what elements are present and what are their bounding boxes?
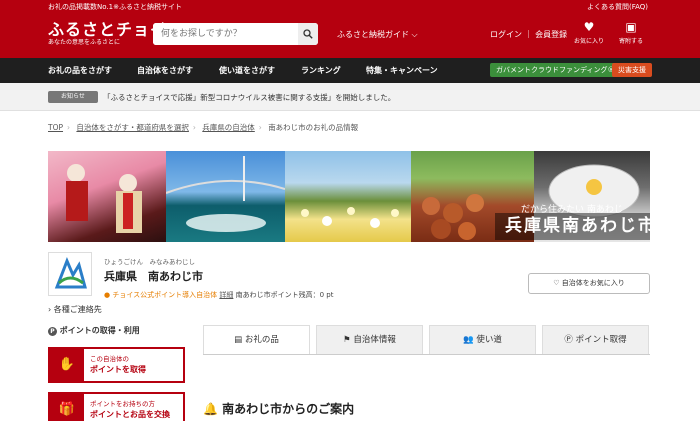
account-links: ログイン ｜ 会員登録 [490, 29, 567, 40]
points-section-label: ポイントの取得・利用 [59, 326, 140, 335]
banner-photo-narcissus [285, 151, 411, 242]
exchange-points-line2: ポイントとお品を交換 [90, 410, 170, 419]
tab-info-label: 自治体情報 [353, 335, 396, 345]
coin-icon: ● [104, 291, 111, 299]
divider: ｜ [524, 30, 536, 39]
chevron-down-icon: ⌵ [411, 30, 418, 39]
main-nav: お礼の品をさがす 自治体をさがす 使い道をさがす ランキング 特集・キャンペーン… [0, 58, 700, 83]
puppet-figures [66, 164, 142, 233]
chevron-right-icon: › [48, 305, 52, 314]
banner-photo-whirlpool [165, 151, 286, 242]
points-section-title: P ポイントの取得・利用 [48, 325, 140, 336]
breadcrumb-separator: › [192, 123, 196, 132]
banner-photo-puppet [48, 151, 166, 242]
favorites-label: お気に入り [573, 38, 604, 45]
exchange-points-card[interactable]: 🎁 ポイントをお持ちの方 ポイントとお品を交換 [48, 392, 185, 421]
tab-gifts[interactable]: ▤ お礼の品 [203, 325, 310, 355]
site-header: お礼の品掲載数No.1※ふるさと納税サイト よくある質問(FAQ) ふるさとチョ… [0, 0, 700, 58]
tab-points-label: ポイント取得 [575, 335, 627, 345]
breadcrumb-current: 南あわじ市のお礼の品情報 [268, 123, 359, 132]
tab-uses-label: 使い道 [476, 335, 502, 345]
municipality-kana: ひょうごけん みなみあわじし [104, 258, 195, 266]
points-label: チョイス公式ポイント導入自治体 [112, 291, 218, 299]
get-points-line1: この自治体の [90, 355, 129, 363]
bell-icon: 🔔 [203, 402, 218, 416]
gcf-button[interactable]: ガバメントクラウドファンディング® [490, 63, 621, 77]
exchange-points-line1: ポイントをお持ちの方 [90, 400, 155, 408]
breadcrumb-separator: › [67, 123, 71, 132]
favorite-municipality-button[interactable]: ♡ 自治体をお気に入り [528, 273, 650, 294]
nav-item-ranking[interactable]: ランキング [301, 65, 341, 76]
breadcrumb-separator: › [258, 123, 262, 132]
city-emblem-icon [54, 257, 87, 289]
flag-icon: ⚑ [343, 335, 351, 345]
logo-subtitle: あなたの意思をふるさとに [48, 39, 121, 46]
breadcrumb-top[interactable]: TOP [48, 123, 63, 132]
get-points-line2: ポイントを取得 [90, 365, 146, 374]
points-info: ● チョイス公式ポイント導入自治体 詳細 南あわじ市ポイント残高：0 pt [104, 290, 333, 300]
nav-item-features[interactable]: 特集・キャンペーン [366, 65, 438, 76]
heart-outline-icon: ♡ [553, 279, 560, 287]
guide-label: ふるさと納税ガイド [337, 30, 409, 39]
content-tabs: ▤ お礼の品 ⚑ 自治体情報 👥 使い道 Ⓟ ポイント取得 [203, 325, 650, 355]
tab-municipality-info[interactable]: ⚑ 自治体情報 [316, 325, 423, 355]
gift-icon: ▤ [234, 335, 243, 345]
register-link[interactable]: 会員登録 [535, 30, 567, 39]
breadcrumb-prefecture-select[interactable]: 自治体をさがす・都道府県を選択 [76, 123, 189, 132]
heart-icon: ♥ [583, 20, 595, 34]
search-button[interactable] [298, 23, 318, 45]
faq-link[interactable]: よくある質問(FAQ) [587, 2, 648, 12]
tab-gifts-label: お礼の品 [244, 335, 279, 345]
narcissus-flowers [301, 207, 399, 228]
tab-underline [203, 354, 650, 355]
points-balance: 南あわじ市ポイント残高：0 pt [235, 291, 334, 299]
search-icon [303, 29, 313, 39]
nav-item-gifts[interactable]: お礼の品をさがす [48, 65, 112, 76]
banner-title: 兵庫県南あわじ市 [495, 213, 650, 240]
municipality-banner: だから住みたい 南あわじ 兵庫県南あわじ市 [48, 151, 650, 242]
contact-label: 各種ご連絡先 [53, 305, 102, 314]
notice-bar: お知らせ 「ふるさとチョイスで応援」新型コロナウイルス被害に関する支援」を開始し… [0, 83, 700, 111]
notice-text[interactable]: 「ふるさとチョイスで応援」新型コロナウイルス被害に関する支援」を開始しました。 [103, 92, 395, 103]
points-badge-icon: P [48, 327, 57, 336]
gift-icon: 🎁 [50, 394, 84, 421]
guidance-title: 南あわじ市からのご案内 [222, 402, 355, 416]
tab-get-points[interactable]: Ⓟ ポイント取得 [542, 325, 649, 355]
municipality-name: 兵庫県 南あわじ市 [104, 270, 203, 283]
points-icon: Ⓟ [564, 335, 573, 345]
guidance-heading: 🔔 南あわじ市からのご案内 [203, 400, 354, 417]
gift-box-icon: ▣ [625, 20, 637, 34]
favorite-label: 自治体をお気に入り [561, 279, 625, 287]
header-tagline: お礼の品掲載数No.1※ふるさと納税サイト [48, 3, 182, 11]
points-detail-link[interactable]: 詳細 [219, 291, 233, 299]
donate-list-label: 寄附する [618, 38, 643, 45]
notice-badge: お知らせ [48, 91, 98, 103]
contact-link[interactable]: › 各種ご連絡先 [48, 304, 102, 315]
nav-item-uses[interactable]: 使い道をさがす [219, 65, 275, 76]
people-icon: 👥 [463, 335, 474, 345]
bridge-and-whirlpool [165, 156, 286, 232]
disaster-support-button[interactable]: 災害支援 [612, 63, 652, 77]
login-link[interactable]: ログイン [490, 30, 522, 39]
tab-uses[interactable]: 👥 使い道 [429, 325, 536, 355]
breadcrumb: TOP › 自治体をさがす・都道府県を選択 › 兵庫県の自治体 › 南あわじ市のお礼の… [48, 122, 362, 133]
hand-coin-icon: ✋ [50, 349, 84, 381]
municipality-logo [48, 252, 92, 296]
get-points-card[interactable]: ✋ この自治体の ポイントを取得 [48, 347, 185, 383]
search-box [153, 23, 318, 45]
favorites-button[interactable]: ♥ お気に入り [569, 20, 609, 45]
search-input[interactable] [153, 23, 298, 45]
nav-item-municipalities[interactable]: 自治体をさがす [137, 65, 193, 76]
guide-menu[interactable]: ふるさと納税ガイド ⌵ [337, 29, 418, 40]
donate-list-button[interactable]: ▣ 寄附する [611, 20, 651, 45]
breadcrumb-hyogo[interactable]: 兵庫県の自治体 [202, 123, 255, 132]
